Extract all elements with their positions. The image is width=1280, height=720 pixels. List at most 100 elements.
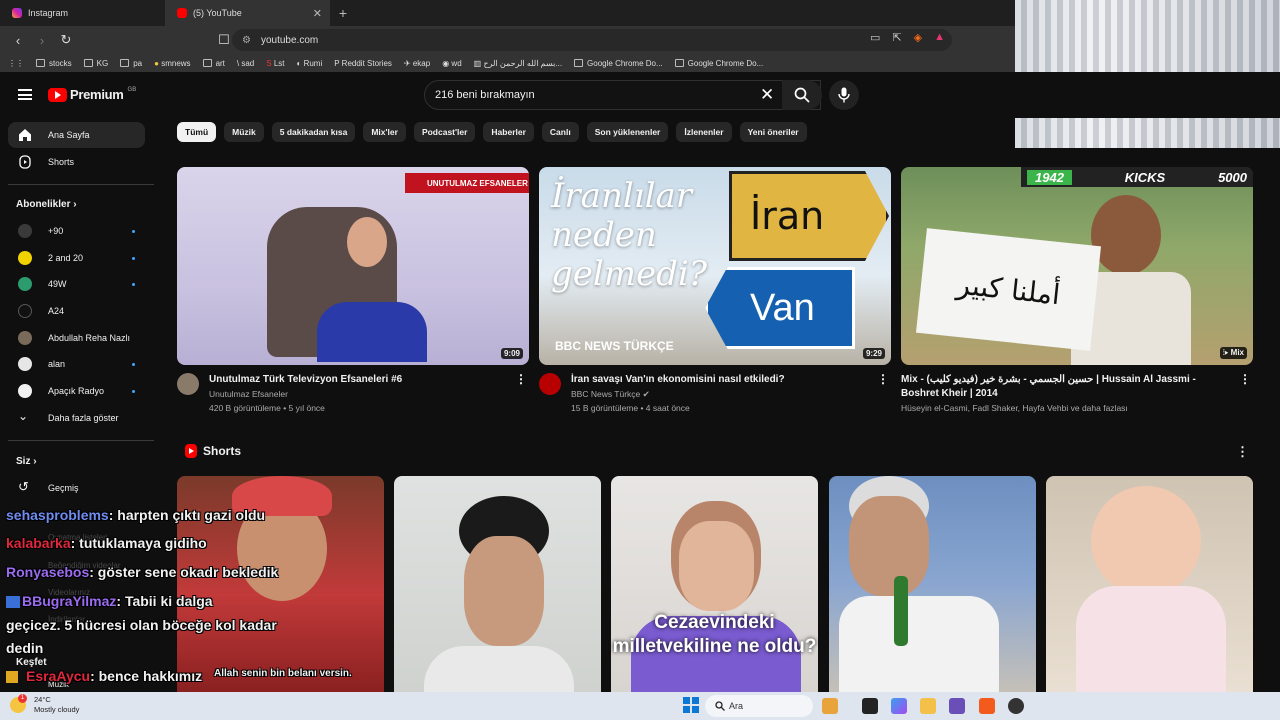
video-card[interactable]: 1942 KICKS 5000 أملنا كبير ⫶▸ Mix Mix - … [901,167,1253,415]
video-title[interactable]: Mix - (فيديو كليب) حسين الجسمي - بشرة خي… [901,373,1235,401]
site-info-icon[interactable]: ⚙ [242,35,251,46]
avatar [18,304,32,318]
voice-search-button[interactable] [829,80,859,110]
task-view-icon[interactable] [862,698,878,714]
new-tab-button[interactable]: + [330,0,356,26]
bookmark-chrome-1[interactable]: Google Chrome Do... [574,59,663,68]
video-thumbnail[interactable]: İranlılar neden gelmedi? İran Van BBC NE… [539,167,891,365]
video-title[interactable]: Unutulmaz Türk Televizyon Efsaneleri #6 [209,373,511,387]
subscriptions-header[interactable]: Abonelikler › [16,199,77,210]
cast-icon[interactable]: ▭ [870,31,880,44]
sidebar-sub-item[interactable]: alan [8,351,145,377]
sidebar-item-shorts[interactable]: Shorts [8,149,145,175]
brave-shield-icon[interactable]: ◈ [914,31,922,44]
bbc-brand: BBC NEWS TÜRKÇE [555,339,674,353]
more-options-icon[interactable]: ⋮ [515,373,527,385]
bookmark-chrome-2[interactable]: Google Chrome Do... [674,59,763,68]
reload-icon[interactable]: ↻ [56,32,76,48]
sidebar-item-home[interactable]: Ana Sayfa [8,122,145,148]
share-icon[interactable]: ⇱ [892,31,901,44]
weather-widget[interactable]: 1 24°C Mostly cloudy [8,694,79,715]
bookmark-reddit[interactable]: P Reddit Stories [334,59,392,68]
windows-start-icon[interactable] [683,697,699,713]
chip-live[interactable]: Canlı [541,122,579,142]
bookmark-smnews[interactable]: ● smnews [154,59,190,68]
menu-icon[interactable] [18,89,32,100]
video-card[interactable]: İranlılar neden gelmedi? İran Van BBC NE… [539,167,891,415]
bookmark-sad[interactable]: \ sad [237,59,254,68]
bookmark-lst[interactable]: S Lst [266,59,284,68]
short-card[interactable] [829,476,1036,692]
shorts-more-icon[interactable]: ⋮ [1236,444,1249,460]
thumb-brand-label: UNUTULMAZ EFSANELER [405,173,529,193]
sidebar-item-history[interactable]: ↺ Geçmiş [8,475,145,501]
forward-icon[interactable]: › [32,33,52,48]
back-icon[interactable]: ‹ [8,33,28,48]
bookmark-arabic[interactable]: ▥ بسم الله الرحمن الرح... [474,59,562,68]
chip-short[interactable]: 5 dakikadan kısa [271,122,356,142]
brave-browser-icon[interactable] [979,698,995,714]
tab-youtube[interactable]: (5) YouTube ✕ [165,0,330,26]
bookmark-pa[interactable]: pa [120,59,142,68]
sidebar-sub-item[interactable]: 49W [8,271,145,297]
copilot-icon[interactable] [891,698,907,714]
video-title[interactable]: İran savaşı Van'ın ekonomisini nasıl etk… [571,373,873,387]
close-tab-icon[interactable]: ✕ [313,7,322,20]
stream-chat-overlay: sehasproblems: harpten çıktı gazi oldu k… [0,503,420,693]
bookmark-wd[interactable]: ◉ wd [442,59,461,68]
avatar [18,277,32,291]
channel-name[interactable]: BBC News Türkçe ✔ [571,387,873,401]
sidebar-sub-item[interactable]: Apaçık Radyo [8,378,145,404]
short-card[interactable] [394,476,601,692]
obs-icon[interactable] [1008,698,1024,714]
video-thumbnail[interactable]: 1942 KICKS 5000 أملنا كبير ⫶▸ Mix [901,167,1253,365]
short-card[interactable] [1046,476,1253,692]
short-card[interactable]: Cezaevindeki milletvekiline ne oldu? [611,476,818,692]
snipping-tool-icon[interactable] [949,698,965,714]
chip-new-to-you[interactable]: Yeni öneriler [739,122,807,142]
file-explorer-icon[interactable] [920,698,936,714]
rewards-icon[interactable]: ▲ [934,31,945,44]
apps-icon[interactable]: ⋮⋮ [8,59,24,68]
channel-avatar[interactable] [539,373,561,395]
chip-podcasts[interactable]: Podcast'ler [413,122,476,142]
chip-news[interactable]: Haberler [483,122,534,142]
bookmark-icon[interactable]: ☐ [214,32,234,48]
channel-name[interactable]: Unutulmaz Efsaneler [209,387,511,401]
channel-avatar[interactable] [177,373,199,395]
search-icon [715,701,725,711]
search-button[interactable] [782,80,822,110]
bookmark-art[interactable]: art [202,59,225,68]
sidebar-sub-item[interactable]: Abdullah Reha Nazlı [8,325,145,351]
bookmark-stocks[interactable]: stocks [36,59,72,68]
video-thumbnail[interactable]: UNUTULMAZ EFSANELER 9:09 [177,167,529,365]
youtube-logo[interactable]: Premium GB [48,87,136,102]
taskbar-search[interactable]: Ara [705,695,813,717]
sidebar-sub-item[interactable]: A24 [8,298,145,324]
url-field[interactable]: ⚙ youtube.com [232,29,952,51]
address-bar: ‹ › ↻ ☐ ⚙ youtube.com ▭ ⇱ ◈ ▲ [0,26,1015,54]
chat-message: geçicez. 5 hücresi olan böceğe kol kadar [6,617,277,633]
tab-label: (5) YouTube [193,8,242,18]
channel-name[interactable]: Hüseyin el-Casmi, Fadl Shaker, Hayfa Veh… [901,401,1235,415]
thumb-sign-arabic: أملنا كبير [915,228,1102,351]
widget-icon[interactable] [822,698,838,714]
chip-all[interactable]: Tümü [177,122,217,142]
chip-recent[interactable]: Son yüklenenler [586,122,669,142]
chip-mixes[interactable]: Mix'ler [363,122,406,142]
more-options-icon[interactable]: ⋮ [1239,373,1251,385]
sidebar-sub-item[interactable]: +90 [8,218,145,244]
you-header[interactable]: Siz › [16,456,37,467]
video-card[interactable]: UNUTULMAZ EFSANELER 9:09 Unutulmaz Türk … [177,167,529,415]
sidebar-sub-item[interactable]: 2 and 20 [8,245,145,271]
tab-instagram[interactable]: Instagram [0,0,165,26]
chip-watched[interactable]: İzlenenler [676,122,732,142]
bookmark-ekap[interactable]: ✈ ekap [404,59,430,68]
chip-music[interactable]: Müzik [224,122,264,142]
avatar [18,224,32,238]
show-more-button[interactable]: ⌄ Daha fazla göster [8,405,145,431]
clear-search-icon[interactable]: ✕ [760,85,774,105]
bookmark-kg[interactable]: KG [83,59,108,68]
more-options-icon[interactable]: ⋮ [877,373,889,385]
bookmark-rumi[interactable]: ◐ Rumi [297,59,323,68]
